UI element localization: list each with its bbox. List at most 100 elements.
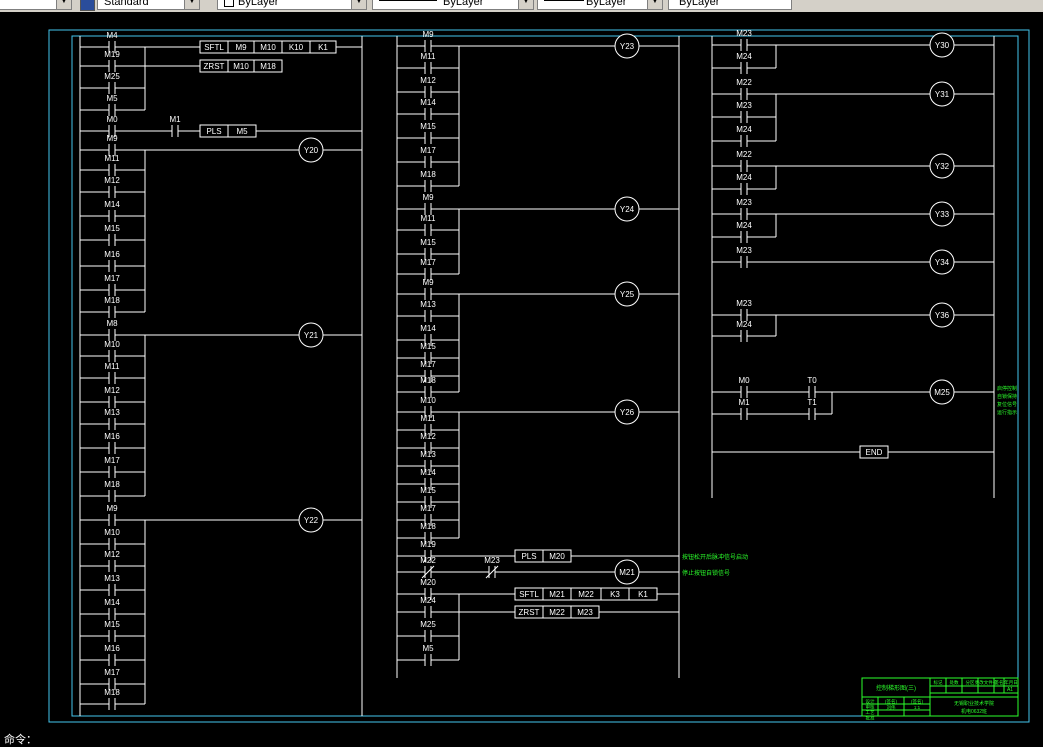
layer-value: ByLayer [238, 0, 279, 8]
layer-combo[interactable]: ByLayer ▼ [217, 0, 367, 10]
linetype-combo[interactable]: ByLayer ▼ [372, 0, 534, 10]
annotation: 停止按钮自锁信号 [682, 569, 730, 577]
title-block-field: 签名 [995, 679, 1004, 686]
chevron-down-icon[interactable]: ▼ [56, 0, 71, 9]
contact-label: M9 [422, 278, 434, 287]
instruction-text: SFTL [204, 43, 224, 52]
contact-label: T1 [807, 398, 817, 407]
coil: Y36 [929, 302, 955, 328]
contact-label: M13 [420, 300, 436, 309]
contact-label: M22 [736, 150, 752, 159]
contact-label: M13 [104, 408, 120, 417]
instruction-text: ZRST [204, 62, 225, 71]
chevron-down-icon[interactable]: ▼ [647, 0, 662, 9]
text-style-combo[interactable]: Standard ▼ [97, 0, 200, 10]
contact-label: M5 [422, 644, 434, 653]
instruction-text: PLS [521, 552, 536, 561]
contact-label: M23 [484, 556, 500, 565]
contact-label: M12 [104, 550, 120, 559]
contact-label: M14 [420, 98, 436, 107]
contact-label: M25 [104, 72, 120, 81]
contact-label: M15 [420, 122, 436, 131]
contact-label: M9 [106, 504, 118, 513]
contact-label: M19 [104, 50, 120, 59]
instruction-text: PLS [206, 127, 221, 136]
title-block-title: 控制梯形图(三) [876, 684, 916, 692]
title-block-field: 处数 [950, 679, 959, 686]
title-block-row: 批准 [866, 715, 875, 722]
contact-label: M8 [106, 319, 118, 328]
contact-label: M10 [104, 528, 120, 537]
chevron-down-icon[interactable]: ▼ [518, 0, 533, 9]
contact-label: M11 [421, 52, 437, 61]
coil: Y31 [929, 81, 955, 107]
coil-label: Y36 [935, 311, 950, 320]
linetype-value: ByLayer [443, 0, 484, 8]
contact-label: M0 [738, 376, 750, 385]
title-block-field: 年月日 [1004, 679, 1018, 686]
coil: Y21 [298, 322, 324, 348]
contact-label: M9 [422, 193, 434, 202]
linetype-preview [379, 0, 437, 1]
contact-label: M19 [420, 540, 436, 549]
contact-label: M22 [736, 78, 752, 87]
properties-toolbar: ▼ Standard ▼ ByLayer ▼ ByLayer ▼ ByLayer ▼ B… [0, 0, 1043, 12]
contact-label: M9 [106, 134, 118, 143]
contact-label: M1 [738, 398, 750, 407]
contact-label: M24 [736, 320, 752, 329]
instruction-box: ZRST M22 M23 [514, 605, 600, 619]
coil-label: M21 [619, 568, 635, 577]
coil-label: M25 [934, 388, 950, 397]
contact-label: M12 [420, 76, 436, 85]
contact-label: M18 [420, 376, 436, 385]
contact-label: M18 [420, 522, 436, 531]
coil: Y20 [298, 137, 324, 163]
chevron-down-icon[interactable]: ▼ [351, 0, 366, 9]
contact-label: M23 [736, 246, 752, 255]
coil-label: Y24 [620, 205, 635, 214]
instruction-text: M23 [577, 608, 593, 617]
instruction-text: M20 [549, 552, 565, 561]
annotation: 启停控制 [997, 385, 1017, 392]
coil: Y22 [298, 507, 324, 533]
contact-label: M15 [420, 238, 436, 247]
annotation: 自锁保持 [997, 393, 1017, 400]
instruction-text: M21 [549, 590, 565, 599]
instruction-box: SFTL M9 M10 K10 K1 [199, 40, 337, 54]
title-block-field: 分区 [966, 679, 975, 686]
contact-label: M11 [421, 214, 437, 223]
instruction-text: M18 [260, 62, 276, 71]
title-block-value: 1:1 [914, 705, 921, 710]
contact-label: M23 [736, 198, 752, 207]
contact-label: M24 [736, 173, 752, 182]
chevron-down-icon[interactable]: ▼ [184, 0, 199, 9]
contact-label: M17 [420, 258, 436, 267]
title-block-value: 刘伟 [887, 704, 896, 711]
dim-style-combo[interactable]: ▼ [0, 0, 72, 10]
title-block-value: (签名) [885, 698, 897, 705]
command-line[interactable]: 命令： [2, 731, 39, 747]
contact-label: M9 [422, 30, 434, 39]
drawing-canvas[interactable]: M4 M19 M25 M5 SFTL M9 M10 K10 K1 ZRST M10 M18 M0 M1 PL… [0, 12, 1043, 744]
title-block-sheet: A1 [1007, 687, 1013, 693]
contact-label: M12 [104, 386, 120, 395]
plotstyle-combo[interactable]: ByLayer [668, 0, 792, 10]
instruction-text: M5 [236, 127, 248, 136]
coil-label: Y31 [935, 90, 950, 99]
contact-label: M11 [105, 154, 121, 163]
contact-label: M18 [420, 170, 436, 179]
instruction-text: M9 [235, 43, 247, 52]
contact-label: M14 [420, 468, 436, 477]
contact-label: M17 [104, 668, 120, 677]
coil-label: Y32 [935, 162, 950, 171]
lineweight-combo[interactable]: ByLayer ▼ [537, 0, 663, 10]
instruction-text: K1 [318, 43, 328, 52]
annotation: 按钮松开后脉冲信号启动 [682, 553, 748, 561]
instruction-text: M10 [260, 43, 276, 52]
instruction-box: PLS M5 [199, 124, 257, 138]
coil: M25 [929, 379, 955, 405]
contact-label: M17 [420, 360, 436, 369]
contact-label: M4 [106, 31, 118, 40]
title-block-row: 工艺 [866, 710, 875, 715]
title-block-school: 无锡职业技术学院 [954, 700, 994, 707]
